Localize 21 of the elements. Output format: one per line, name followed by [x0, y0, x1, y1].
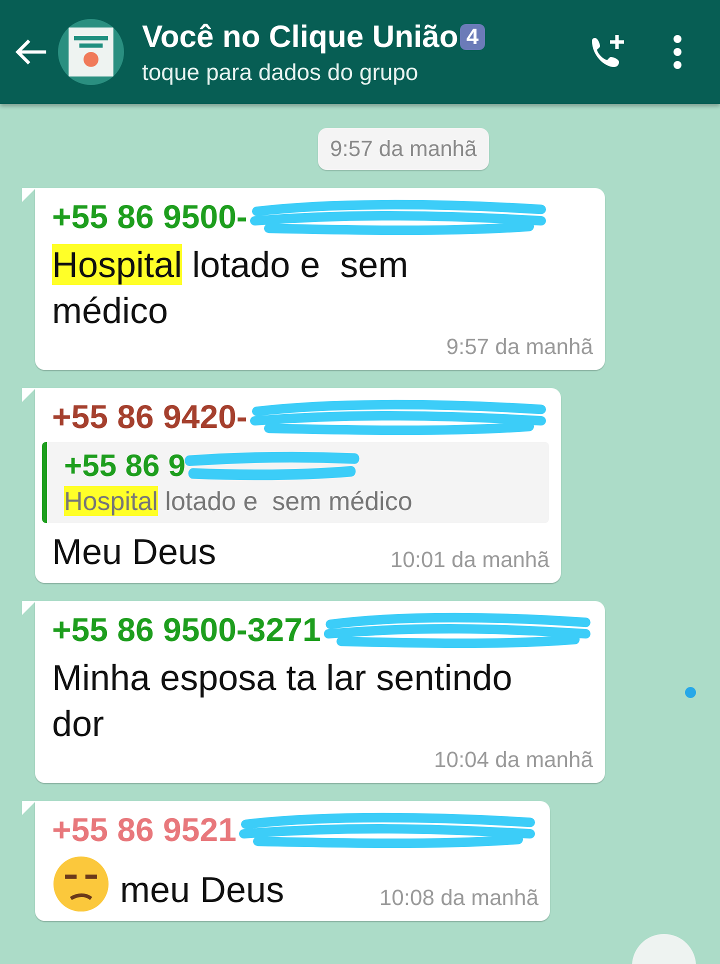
- message-text: meu Deus: [120, 868, 284, 912]
- message-time: 10:01 da manhã: [390, 547, 550, 574]
- more-options-icon[interactable]: [673, 35, 682, 69]
- message-time: 10:08 da manhã: [379, 885, 538, 912]
- keycap-badge: 4: [460, 24, 485, 50]
- back-arrow-icon[interactable]: [14, 37, 48, 67]
- quoted-text: Hospital lotado e sem médico: [64, 486, 414, 518]
- group-title[interactable]: Você no Clique União: [142, 18, 458, 54]
- quoted-message[interactable]: +55 86 9 Hospital lotado e sem médico: [42, 442, 550, 524]
- message-time: 10:04 da manhã: [434, 747, 593, 774]
- sender-name[interactable]: +55 86 9500-: [52, 198, 248, 236]
- sender-name[interactable]: +55 86 9500-3271: [52, 611, 321, 650]
- quoted-sender: +55 86 9: [64, 448, 186, 484]
- time-chip: 9:57 da manhã: [318, 128, 489, 170]
- group-subtitle[interactable]: toque para dados do grupo: [142, 58, 587, 86]
- message-text: Hospital lotado e sem médico: [52, 243, 410, 334]
- sender-name[interactable]: +55 86 9521: [52, 811, 236, 850]
- message-text: Minha esposa ta lar sentindo dor: [52, 656, 514, 746]
- message-text: Meu Deus: [52, 530, 216, 574]
- sender-name[interactable]: +55 86 9420-: [52, 398, 248, 436]
- message-time: 9:57 da manhã: [446, 334, 593, 362]
